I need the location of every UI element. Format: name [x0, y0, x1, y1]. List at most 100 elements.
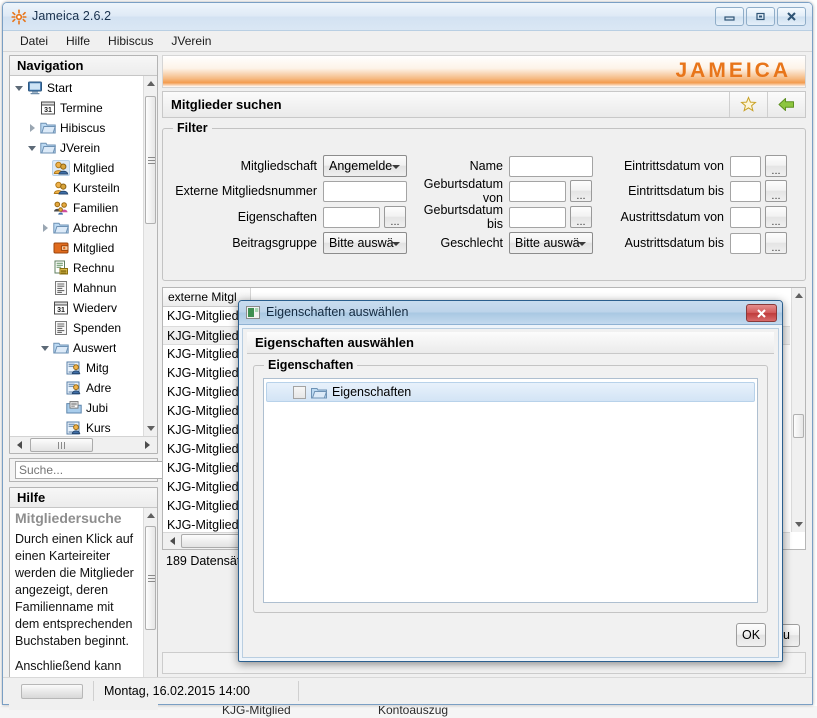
input-geburtsdatum-bis[interactable]: [509, 206, 566, 228]
tree-expander-open-icon[interactable]: [38, 338, 52, 358]
nav-tree-item-familien[interactable]: Familien: [10, 198, 143, 218]
nav-tree-item-mitglied[interactable]: Mitglied: [10, 158, 143, 178]
label-geburtsdatum-bis: Geburtsdatum bis: [423, 203, 503, 231]
help-title: Hilfe: [10, 488, 157, 508]
help-paragraph-1: Durch einen Klick auf einen Karteireiter…: [15, 532, 134, 648]
nav-tree-item-label: Spenden: [73, 321, 122, 335]
nav-tree-vscrollbar[interactable]: [143, 76, 157, 436]
eintrittsdatum-von-picker-button[interactable]: ...: [765, 155, 787, 177]
dialog-tree-item-eigenschaften[interactable]: Eigenschaften: [266, 382, 755, 402]
nav-hscroll-right-button[interactable]: [140, 438, 155, 452]
input-austrittsdatum-von[interactable]: [730, 206, 761, 228]
nav-tree-item-jverein[interactable]: JVerein: [10, 138, 143, 158]
nav-tree-item-start[interactable]: Start: [10, 78, 143, 98]
minimize-button[interactable]: [715, 7, 744, 26]
search-input[interactable]: [15, 461, 178, 479]
calendar-31-icon: 31: [52, 300, 70, 316]
nav-tree-item-termine[interactable]: 31 Termine: [10, 98, 143, 118]
nav-tree-item-abrechn[interactable]: Abrechn: [10, 218, 143, 238]
nav-tree-item-kurs[interactable]: Kurs: [10, 418, 143, 436]
left-sidebar: Navigation Start 31 Termine Hibiscus JVerein…: [9, 55, 233, 710]
nav-tree-item-adre[interactable]: Adre: [10, 378, 143, 398]
input-eintrittsdatum-von[interactable]: [730, 155, 761, 177]
nav-tree-item-rechnu[interactable]: Rechnu: [10, 258, 143, 278]
nav-scroll-up-button[interactable]: [144, 76, 157, 91]
nav-tree-item-spenden[interactable]: Spenden: [10, 318, 143, 338]
label-geschlecht: Geschlecht: [440, 236, 503, 250]
help-scroll-thumb[interactable]: [145, 526, 156, 630]
nav-tree-item-mahnun[interactable]: Mahnun: [10, 278, 143, 298]
svg-text:31: 31: [44, 107, 52, 114]
window-title: Jameica 2.6.2: [32, 9, 112, 23]
bg-fragment-1: Kontoauszug: [378, 706, 449, 717]
menu-hibiscus[interactable]: Hibiscus: [99, 32, 162, 50]
geburtsdatum-bis-picker-button[interactable]: ...: [570, 206, 592, 228]
dialog-ok-button[interactable]: OK: [736, 623, 766, 647]
input-eigenschaften[interactable]: [323, 206, 380, 228]
tree-expander-closed-icon[interactable]: [38, 218, 52, 238]
nav-tree-item-mitglied[interactable]: Mitglied: [10, 238, 143, 258]
results-scroll-up-button[interactable]: [792, 288, 805, 303]
invoice-icon: [52, 260, 70, 276]
close-button[interactable]: [777, 7, 806, 26]
nav-tree-item-jubi[interactable]: Jubi: [10, 398, 143, 418]
nav-tree-item-wiederv[interactable]: 31 Wiederv: [10, 298, 143, 318]
dialog-tree[interactable]: Eigenschaften: [263, 378, 758, 603]
combo-geschlecht-value: Bitte auswä: [515, 236, 580, 250]
combo-geschlecht[interactable]: Bitte auswä: [509, 232, 593, 254]
input-externe-mitgliedsnummer[interactable]: [323, 180, 407, 202]
jameica-logo: JAMEICA: [675, 59, 791, 82]
combo-mitgliedschaft[interactable]: Angemelde: [323, 155, 407, 177]
menu-datei[interactable]: Datei: [11, 32, 57, 50]
input-name[interactable]: [509, 155, 593, 177]
status-bar: Montag, 16.02.2015 14:00: [3, 677, 812, 704]
maximize-button[interactable]: [746, 7, 775, 26]
input-eintrittsdatum-bis[interactable]: [730, 180, 761, 202]
tree-expander-spacer: [38, 278, 52, 298]
navigation-tree[interactable]: Start 31 Termine Hibiscus JVerein Mitglied Kur…: [10, 76, 143, 436]
nav-hscroll-left-button[interactable]: [12, 438, 27, 452]
combo-beitragsgruppe[interactable]: Bitte auswä: [323, 232, 407, 254]
austrittsdatum-bis-picker-button[interactable]: ...: [765, 232, 787, 254]
help-text-content: Mitgliedersuche Durch einen Klick auf ei…: [10, 508, 143, 688]
tree-expander-closed-icon[interactable]: [25, 118, 39, 138]
results-scroll-thumb[interactable]: [793, 414, 804, 438]
nav-tree-item-kursteiln[interactable]: Kursteiln: [10, 178, 143, 198]
results-cell-externe-mitgl: KJG-Mitglied: [167, 385, 239, 399]
help-vscrollbar[interactable]: [143, 508, 157, 688]
favorite-star-icon[interactable]: [729, 92, 767, 117]
help-scroll-up-button[interactable]: [144, 508, 157, 523]
filter-legend: Filter: [173, 121, 212, 135]
nav-tree-hscrollbar[interactable]: [10, 436, 157, 453]
nav-tree-item-mitg[interactable]: Mitg: [10, 358, 143, 378]
eigenschaften-browse-button[interactable]: ...: [384, 206, 406, 228]
calendar-31-icon: 31: [39, 100, 57, 116]
geburtsdatum-von-picker-button[interactable]: ...: [570, 180, 592, 202]
label-eintrittsdatum-bis: Eintrittsdatum bis: [628, 184, 724, 198]
dialog-header: Eigenschaften auswählen: [247, 332, 774, 354]
input-austrittsdatum-bis[interactable]: [730, 232, 761, 254]
tree-expander-open-icon[interactable]: [25, 138, 39, 158]
nav-scroll-down-button[interactable]: [144, 421, 157, 436]
nav-scroll-thumb[interactable]: [145, 96, 156, 224]
menu-jverein[interactable]: JVerein: [162, 32, 220, 50]
nav-hscroll-thumb[interactable]: [30, 438, 93, 452]
eintrittsdatum-bis-picker-button[interactable]: ...: [765, 180, 787, 202]
results-hscroll-left-button[interactable]: [165, 534, 180, 548]
austrittsdatum-von-picker-button[interactable]: ...: [765, 206, 787, 228]
tree-expander-spacer: [38, 178, 52, 198]
tree-expander-spacer: [38, 258, 52, 278]
dialog-tree-checkbox[interactable]: [293, 385, 306, 399]
input-geburtsdatum-von[interactable]: [509, 180, 566, 202]
dialog-group-box: Eigenschaften Eigenschaften: [253, 358, 768, 613]
nav-tree-item-label: Mahnun: [73, 281, 117, 295]
back-arrow-icon[interactable]: [767, 92, 805, 117]
tree-expander-open-icon[interactable]: [12, 78, 26, 98]
results-vscrollbar[interactable]: [791, 288, 805, 532]
nav-tree-item-hibiscus[interactable]: Hibiscus: [10, 118, 143, 138]
dialog-close-button[interactable]: [746, 304, 777, 322]
nav-tree-item-auswert[interactable]: Auswert: [10, 338, 143, 358]
results-scroll-down-button[interactable]: [792, 517, 805, 532]
label-austrittsdatum-bis: Austrittsdatum bis: [624, 236, 724, 250]
menu-hilfe[interactable]: Hilfe: [57, 32, 99, 50]
